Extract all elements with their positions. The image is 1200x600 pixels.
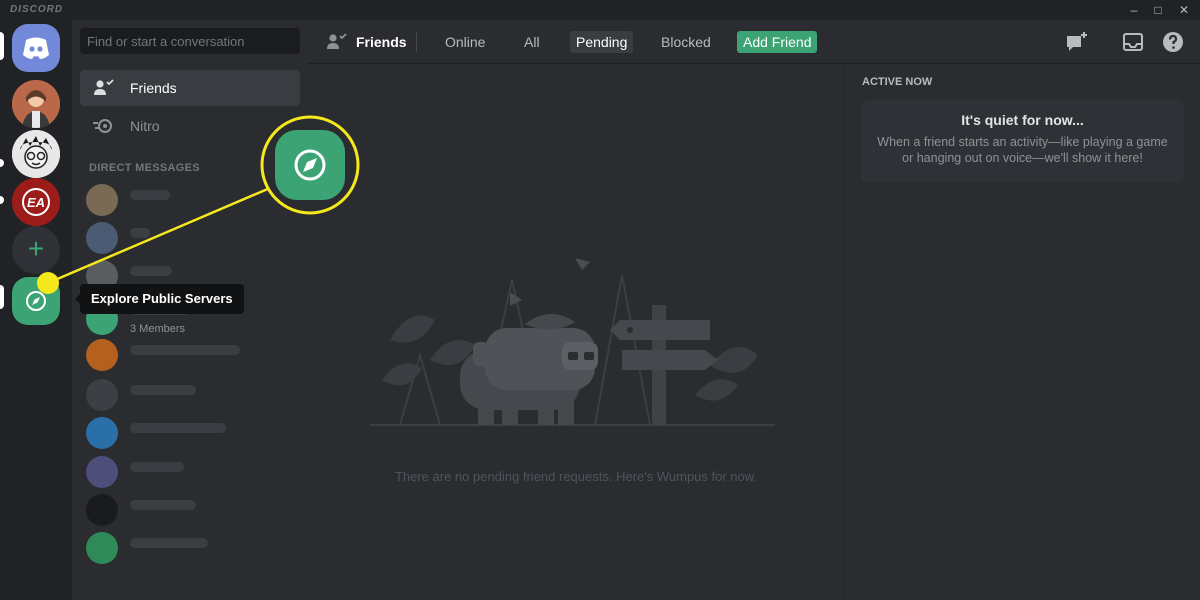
title-bar: DISCORD – □ ✕ [0, 0, 1200, 20]
tab-blocked[interactable]: Blocked [655, 31, 717, 53]
sketch-avatar-icon [12, 130, 60, 178]
empty-state-text: There are no pending friend requests. He… [394, 469, 758, 484]
server-avatar-2[interactable] [12, 130, 60, 178]
close-button[interactable]: ✕ [1172, 1, 1196, 19]
dm-item[interactable] [86, 528, 296, 568]
avatar [86, 222, 118, 254]
dm-item[interactable] [86, 490, 296, 530]
header-divider [416, 32, 417, 52]
dm-header: DIRECT MESSAGES [89, 162, 200, 174]
maximize-button[interactable]: □ [1146, 1, 1170, 19]
unread-indicator [0, 196, 4, 204]
active-now-card: It's quiet for now... When a friend star… [861, 100, 1184, 182]
discord-logo-icon [23, 37, 49, 59]
sidebar-item-nitro[interactable]: Nitro [80, 108, 300, 144]
ea-badge-text: EA [27, 195, 46, 210]
dm-item[interactable] [86, 375, 296, 415]
person-avatar-icon [12, 80, 60, 128]
dm-name-blurred [130, 190, 170, 200]
nitro-icon [93, 119, 112, 133]
active-now-heading: ACTIVE NOW [862, 76, 933, 88]
avatar [86, 532, 118, 564]
wumpus-illustration [370, 258, 775, 426]
sidebar-item-friends[interactable]: Friends [80, 70, 300, 106]
explore-servers-button[interactable] [12, 277, 60, 325]
unread-indicator [0, 159, 4, 167]
dm-name-blurred [130, 228, 150, 238]
dm-name-blurred [130, 462, 184, 472]
dm-name-blurred [130, 538, 208, 548]
active-now-title: It's quiet for now... [961, 112, 1084, 128]
tab-pending[interactable]: Pending [570, 31, 634, 53]
sidebar-item-label: Nitro [130, 118, 160, 134]
compass-icon [26, 291, 46, 311]
friends-header: Friends Online All Pending Blocked Add F… [308, 20, 1200, 64]
avatar [86, 494, 118, 526]
home-button[interactable] [12, 24, 60, 72]
member-count: 3 Members [130, 323, 186, 335]
avatar [86, 456, 118, 488]
add-friend-button[interactable]: Add Friend [737, 31, 818, 53]
minimize-button[interactable]: – [1122, 1, 1146, 19]
active-now-panel: ACTIVE NOW It's quiet for now... When a … [844, 64, 1200, 600]
dm-item[interactable] [86, 218, 296, 258]
active-now-body: When a friend starts an activity—like pl… [877, 135, 1168, 165]
dm-item[interactable] [86, 335, 296, 375]
avatar [86, 379, 118, 411]
dm-item[interactable] [86, 413, 296, 453]
avatar [86, 184, 118, 216]
server-avatar-ea[interactable]: EA [12, 178, 60, 226]
server-avatar-1[interactable] [12, 80, 60, 128]
new-group-dm-icon[interactable] [1064, 29, 1090, 55]
explore-servers-tooltip: Explore Public Servers [75, 284, 244, 314]
avatar [86, 339, 118, 371]
friends-icon [94, 79, 114, 95]
selected-indicator [0, 285, 4, 309]
header-title: Friends [356, 34, 407, 50]
tab-all[interactable]: All [518, 31, 546, 53]
help-icon[interactable] [1160, 29, 1186, 55]
dm-name-blurred [130, 423, 226, 433]
dm-name-blurred [130, 345, 240, 355]
dm-name-blurred [130, 500, 196, 510]
tab-online[interactable]: Online [439, 31, 491, 53]
inbox-icon[interactable] [1120, 29, 1146, 55]
server-rail: EA + [0, 20, 72, 600]
dm-item[interactable] [86, 452, 296, 492]
app-brand: DISCORD [10, 4, 64, 15]
dm-name-blurred [130, 266, 172, 276]
search-input[interactable]: Find or start a conversation [80, 28, 300, 54]
avatar [86, 417, 118, 449]
add-server-button[interactable]: + [12, 226, 60, 274]
sidebar-item-label: Friends [130, 80, 177, 96]
friends-icon [327, 33, 347, 49]
dm-item[interactable] [86, 180, 296, 220]
selected-indicator [0, 32, 4, 60]
dm-name-blurred [130, 385, 196, 395]
